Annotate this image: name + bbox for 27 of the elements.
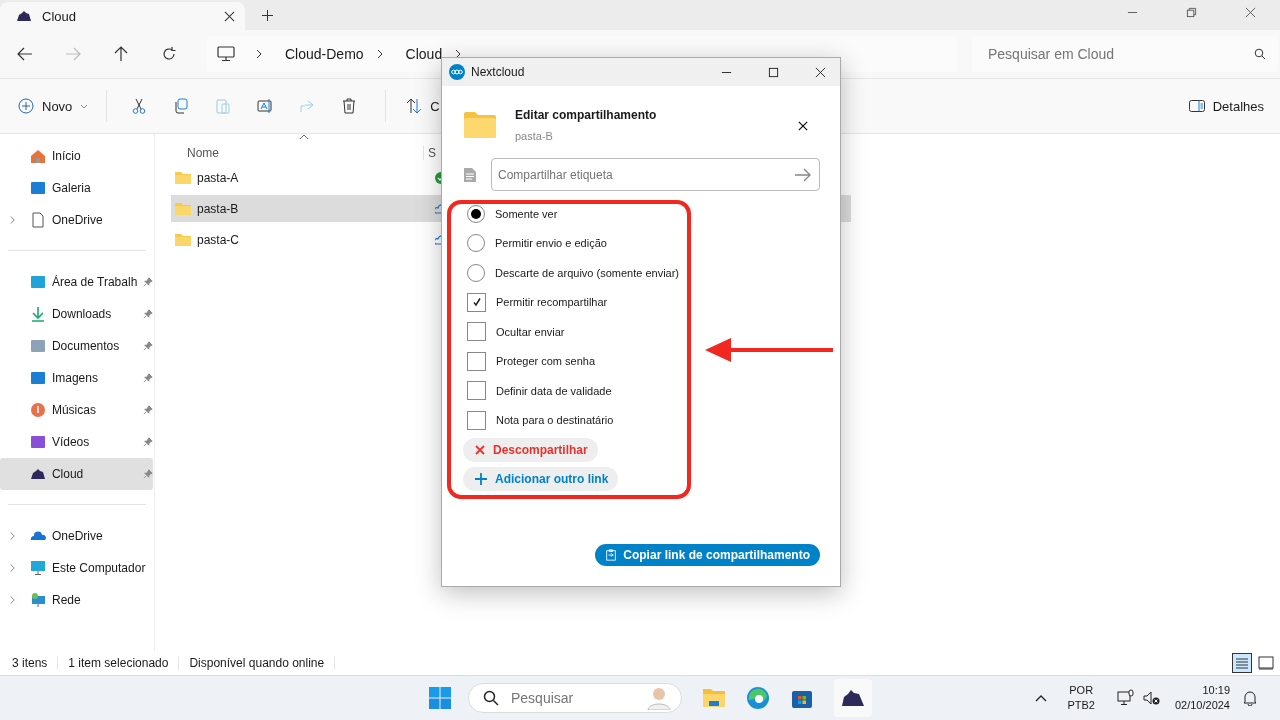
sidebar-label: Downloads bbox=[51, 307, 113, 321]
file-name: pasta-A bbox=[197, 170, 240, 185]
status-text: 1 item selecionado bbox=[68, 656, 180, 670]
dialog-subtitle: pasta-B bbox=[515, 130, 554, 142]
sidebar-label: Documentos bbox=[51, 339, 121, 353]
language-text: POR bbox=[1069, 683, 1094, 698]
option-label: Somente ver bbox=[495, 207, 558, 220]
option-label: Descarte de arquivo (somente enviar) bbox=[495, 266, 680, 279]
sidebar-label: Vídeos bbox=[51, 435, 91, 449]
sidebar-label: Cloud bbox=[51, 467, 85, 481]
option-label: Ocultar enviar bbox=[496, 325, 565, 338]
option-label: Definir data de validade bbox=[496, 384, 612, 397]
sidebar-label: Área de Trabalh bbox=[51, 275, 137, 289]
language-text: PTB2 bbox=[1067, 698, 1095, 713]
option-label: Proteger com senha bbox=[496, 355, 596, 368]
option-label: Nota para o destinatário bbox=[496, 414, 614, 427]
time-text: 10:19 bbox=[1202, 683, 1230, 698]
file-name: pasta-C bbox=[197, 232, 241, 247]
sidebar-label: Músicas bbox=[51, 403, 97, 417]
sidebar-label: Imagens bbox=[51, 371, 99, 385]
status-text: Disponível quando online bbox=[189, 656, 336, 670]
dialog-heading: Editar compartilhamento bbox=[515, 108, 657, 122]
date-text: 02/10/2024 bbox=[1174, 698, 1230, 713]
status-text: 3 itens bbox=[12, 656, 59, 670]
option-label: Permitir recompartilhar bbox=[496, 296, 608, 309]
option-label: Permitir envio e edição bbox=[495, 237, 607, 250]
file-name: pasta-B bbox=[197, 201, 240, 216]
